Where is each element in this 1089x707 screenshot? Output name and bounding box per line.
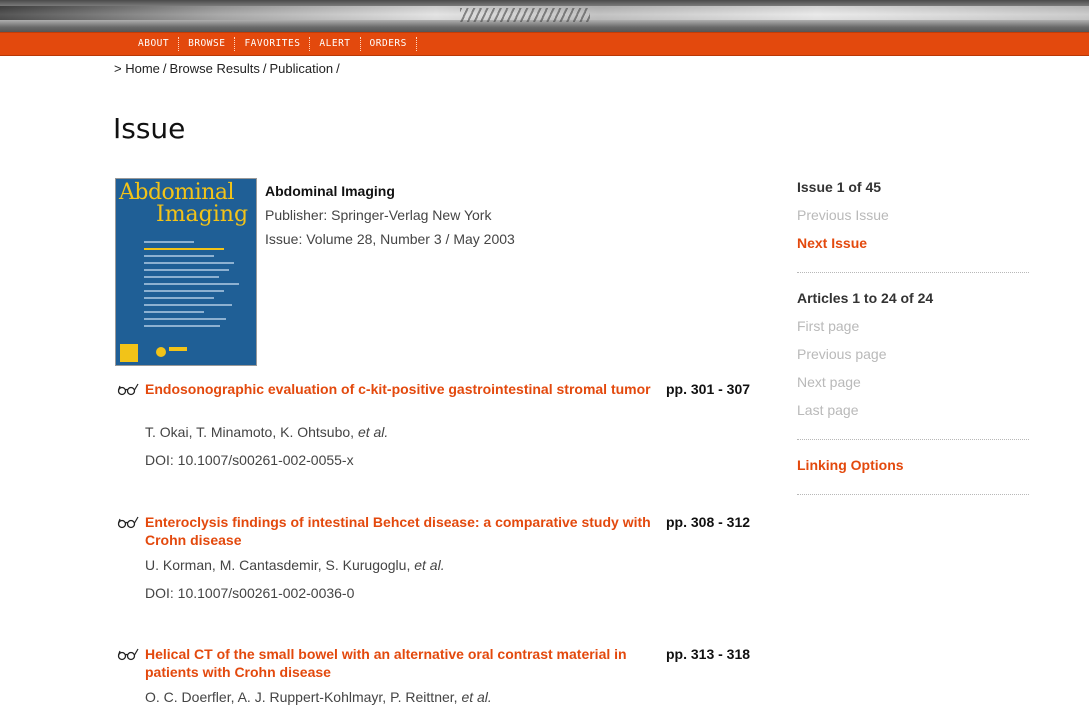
issue-navigation: Issue 1 of 45 Previous Issue Next Issue — [797, 178, 1029, 273]
article-et-al: et al. — [414, 557, 445, 573]
breadcrumb-separator: / — [162, 61, 167, 76]
article-authors-names: O. C. Doerfler, A. J. Ruppert-Kohlmayr, … — [145, 689, 462, 705]
article-authors-names: T. Okai, T. Minamoto, K. Ohtsubo, — [145, 424, 358, 440]
nav-alert[interactable]: ALERT — [310, 37, 361, 51]
glasses-icon[interactable] — [116, 647, 140, 661]
article-doi: DOI: 10.1007/s00261-002-0036-0 — [145, 585, 355, 601]
previous-issue-link: Previous Issue — [797, 207, 889, 223]
glasses-icon[interactable] — [116, 515, 140, 529]
article-authors-names: U. Korman, M. Cantasdemir, S. Kurugoglu, — [145, 557, 415, 573]
publication-info: Abdominal Imaging Publisher: Springer-Ve… — [265, 183, 515, 247]
breadcrumb: > Home / Browse Results / Publication / — [114, 61, 343, 76]
nav-orders[interactable]: ORDERS — [361, 37, 417, 51]
linking-options-link[interactable]: Linking Options — [797, 456, 1029, 484]
article-authors: O. C. Doerfler, A. J. Ruppert-Kohlmayr, … — [145, 689, 492, 705]
last-page-link: Last page — [797, 402, 859, 418]
article-item: Endosonographic evaluation of c-kit-posi… — [116, 380, 776, 480]
first-page-link: First page — [797, 318, 860, 334]
article-title-link[interactable]: Enteroclysis findings of intestinal Behc… — [145, 513, 655, 549]
article-pagination: Articles 1 to 24 of 24 First page Previo… — [797, 289, 1029, 440]
article-authors: T. Okai, T. Minamoto, K. Ohtsubo, et al. — [145, 424, 388, 440]
article-title-link[interactable]: Endosonographic evaluation of c-kit-posi… — [145, 380, 655, 398]
breadcrumb-publication[interactable]: Publication — [269, 61, 333, 76]
article-authors: U. Korman, M. Cantasdemir, S. Kurugoglu,… — [145, 557, 445, 573]
cover-publisher-mark — [169, 347, 187, 351]
cover-contents-lines — [144, 241, 244, 332]
article-et-al: et al. — [357, 424, 389, 440]
article-pages: pp. 308 - 312 — [666, 514, 751, 530]
springer-logo-icon — [156, 347, 166, 357]
right-sidebar: Issue 1 of 45 Previous Issue Next Issue … — [797, 178, 1029, 511]
header-banner — [0, 0, 1089, 32]
cover-badge — [120, 344, 138, 362]
article-item: Helical CT of the small bowel with an al… — [116, 645, 776, 707]
breadcrumb-browse-results[interactable]: Browse Results — [170, 61, 260, 76]
top-nav-bar: ABOUT BROWSE FAVORITES ALERT ORDERS — [0, 32, 1089, 56]
article-doi: DOI: 10.1007/s00261-002-0055-x — [145, 452, 354, 468]
article-item: Enteroclysis findings of intestinal Behc… — [116, 513, 776, 613]
nav-browse[interactable]: BROWSE — [179, 37, 236, 51]
breadcrumb-separator: / — [336, 61, 340, 76]
previous-page-link: Previous page — [797, 346, 887, 362]
nav-about[interactable]: ABOUT — [120, 37, 180, 51]
article-pages: pp. 313 - 318 — [666, 646, 751, 662]
article-pages: pp. 301 - 307 — [666, 381, 751, 397]
header-hatch-graphic — [460, 8, 590, 22]
publication-publisher: Publisher: Springer-Verlag New York — [265, 207, 492, 223]
glasses-icon[interactable] — [116, 382, 140, 396]
publication-title: Abdominal Imaging — [265, 183, 395, 199]
next-issue-link[interactable]: Next Issue — [797, 234, 1029, 262]
article-et-al: et al. — [461, 689, 492, 705]
breadcrumb-separator: / — [262, 61, 267, 76]
journal-cover-image[interactable]: Abdominal Imaging — [115, 178, 257, 366]
article-title-link[interactable]: Helical CT of the small bowel with an al… — [145, 645, 655, 681]
issue-count-heading: Issue 1 of 45 — [797, 179, 882, 195]
breadcrumb-prefix: > — [114, 61, 122, 76]
breadcrumb-home[interactable]: Home — [125, 61, 160, 76]
page-title: Issue — [113, 112, 186, 145]
linking-options-block: Linking Options — [797, 456, 1029, 495]
nav-favorites[interactable]: FAVORITES — [235, 37, 311, 51]
publication-issue: Issue: Volume 28, Number 3 / May 2003 — [265, 231, 515, 247]
cover-title-line2: Imaging — [156, 202, 249, 227]
next-page-link: Next page — [797, 374, 861, 390]
top-nav-items: ABOUT BROWSE FAVORITES ALERT ORDERS — [120, 33, 417, 55]
articles-count-heading: Articles 1 to 24 of 24 — [797, 290, 934, 306]
